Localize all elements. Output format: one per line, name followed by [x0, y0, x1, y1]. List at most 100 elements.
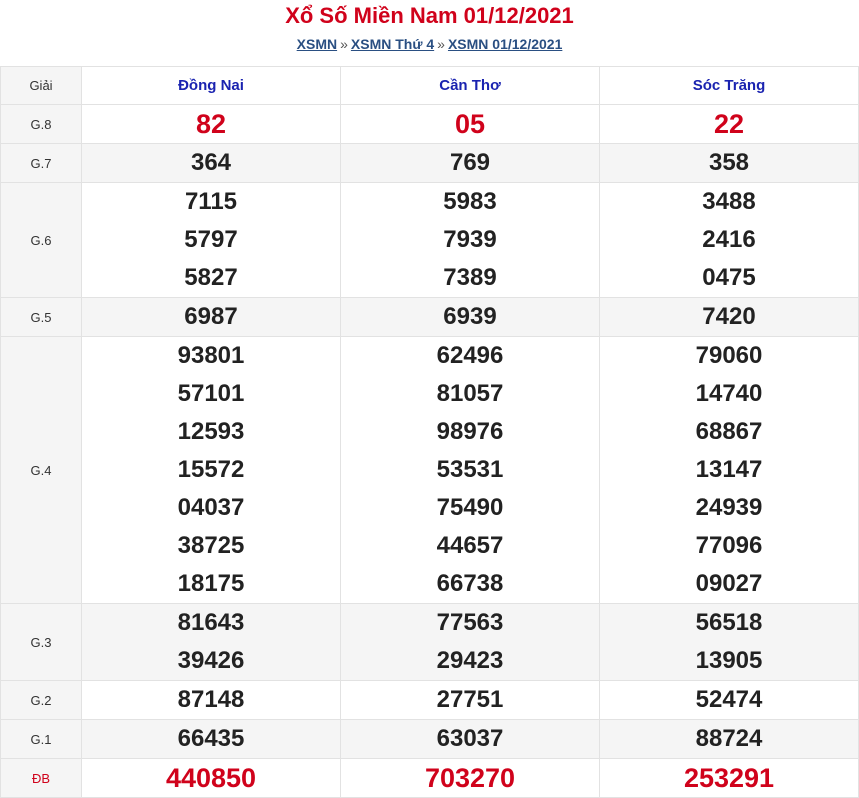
province-header-can-tho: Cần Thơ: [340, 66, 600, 105]
result-number: 12593: [177, 418, 245, 445]
breadcrumb-link-xsmn-date[interactable]: XSMN 01/12/2021: [448, 36, 562, 52]
result-cell: 6939: [340, 297, 600, 337]
result-number: 75490: [436, 494, 504, 521]
result-number: 440850: [165, 763, 257, 793]
prize-label: G.2: [0, 680, 82, 720]
prize-label: G.4: [0, 336, 82, 604]
result-cell: 7420: [599, 297, 859, 337]
result-number: 87148: [177, 686, 245, 713]
result-number: 62496: [436, 342, 504, 369]
result-cell: 87148: [81, 680, 341, 720]
result-number: 04037: [177, 494, 245, 521]
result-cell: 77563 29423: [340, 603, 600, 681]
result-cell: 703270: [340, 758, 600, 798]
prize-column-header: Giải: [0, 66, 82, 105]
result-number: 81057: [436, 380, 504, 407]
result-number: 6987: [184, 303, 238, 330]
result-number: 6939: [443, 303, 497, 330]
result-number: 79060: [695, 342, 763, 369]
result-cell: 253291: [599, 758, 859, 798]
header-row: Giải Đồng Nai Cần Thơ Sóc Trăng: [0, 66, 859, 105]
breadcrumb-link-xsmn-thu-4[interactable]: XSMN Thứ 4: [351, 36, 434, 52]
result-cell: 79060 14740 68867 13147 24939 77096 09027: [599, 336, 859, 604]
table-row: G.2 87148 27751 52474: [0, 680, 859, 720]
result-number: 77563: [436, 609, 504, 636]
result-number: 56518: [695, 609, 763, 636]
result-number: 13905: [695, 647, 763, 674]
result-number: 5797: [184, 226, 238, 253]
result-cell: 769: [340, 143, 600, 183]
table-row: G.4 93801 57101 12593 15572 04037 38725 18175 62…: [0, 336, 859, 604]
prize-label: G.3: [0, 603, 82, 681]
result-number: 57101: [177, 380, 245, 407]
result-cell: 63037: [340, 719, 600, 759]
result-number: 18175: [177, 570, 245, 597]
result-number: 15572: [177, 456, 245, 483]
result-cell: 440850: [81, 758, 341, 798]
result-number: 24939: [695, 494, 763, 521]
result-number: 2416: [702, 226, 756, 253]
result-cell: 364: [81, 143, 341, 183]
result-number: 44657: [436, 532, 504, 559]
result-number: 22: [713, 109, 745, 139]
prize-label: G.5: [0, 297, 82, 337]
result-number: 52474: [695, 686, 763, 713]
result-cell: 5983 7939 7389: [340, 182, 600, 298]
result-number: 5983: [443, 188, 497, 215]
result-cell: 66435: [81, 719, 341, 759]
result-number: 09027: [695, 570, 763, 597]
result-number: 13147: [695, 456, 763, 483]
table-row: G.3 81643 39426 77563 29423 56518 13905: [0, 603, 859, 681]
table-row: G.7 364 769 358: [0, 143, 859, 183]
result-cell: 88724: [599, 719, 859, 759]
breadcrumb-separator: »: [340, 36, 348, 52]
result-cell: 358: [599, 143, 859, 183]
result-number: 253291: [683, 763, 775, 793]
result-number: 53531: [436, 456, 504, 483]
result-number: 3488: [702, 188, 756, 215]
result-number: 93801: [177, 342, 245, 369]
result-cell: 56518 13905: [599, 603, 859, 681]
result-cell: 22: [599, 104, 859, 144]
result-number: 7420: [702, 303, 756, 330]
page-title: Xổ Số Miền Nam 01/12/2021: [285, 3, 574, 28]
prize-label: ĐB: [0, 758, 82, 798]
table-row: G.5 6987 6939 7420: [0, 297, 859, 337]
result-cell: 6987: [81, 297, 341, 337]
prize-label: G.1: [0, 719, 82, 759]
result-cell: 52474: [599, 680, 859, 720]
result-number: 364: [190, 149, 232, 176]
result-number: 81643: [177, 609, 245, 636]
result-number: 88724: [695, 725, 763, 752]
result-cell: 62496 81057 98976 53531 75490 44657 66738: [340, 336, 600, 604]
result-number: 27751: [436, 686, 504, 713]
result-cell: 7115 5797 5827: [81, 182, 341, 298]
result-number: 358: [708, 149, 750, 176]
table-row: G.1 66435 63037 88724: [0, 719, 859, 759]
result-number: 82: [195, 109, 227, 139]
prize-label: G.7: [0, 143, 82, 183]
table-row: G.6 7115 5797 5827 5983 7939 7389 3488 2416 0475: [0, 182, 859, 298]
result-number: 14740: [695, 380, 763, 407]
result-number: 98976: [436, 418, 504, 445]
breadcrumb-link-xsmn[interactable]: XSMN: [297, 36, 337, 52]
result-number: 68867: [695, 418, 763, 445]
result-number: 66738: [436, 570, 504, 597]
result-number: 39426: [177, 647, 245, 674]
result-number: 7115: [184, 188, 238, 215]
prize-label: G.8: [0, 104, 82, 144]
result-number: 38725: [177, 532, 245, 559]
result-number: 05: [454, 109, 486, 139]
result-number: 703270: [424, 763, 516, 793]
table-row: G.8 82 05 22: [0, 104, 859, 144]
result-number: 29423: [436, 647, 504, 674]
table-row: ĐB 440850 703270 253291: [0, 758, 859, 798]
prize-label: G.6: [0, 182, 82, 298]
result-number: 7939: [443, 226, 497, 253]
result-cell: 81643 39426: [81, 603, 341, 681]
result-number: 7389: [443, 264, 497, 291]
result-cell: 93801 57101 12593 15572 04037 38725 18175: [81, 336, 341, 604]
result-number: 66435: [177, 725, 245, 752]
result-number: 0475: [702, 264, 756, 291]
results-body: G.8 82 05 22 G.7 364 769 358 G.6 7115 5797 5827 5983…: [0, 104, 859, 798]
